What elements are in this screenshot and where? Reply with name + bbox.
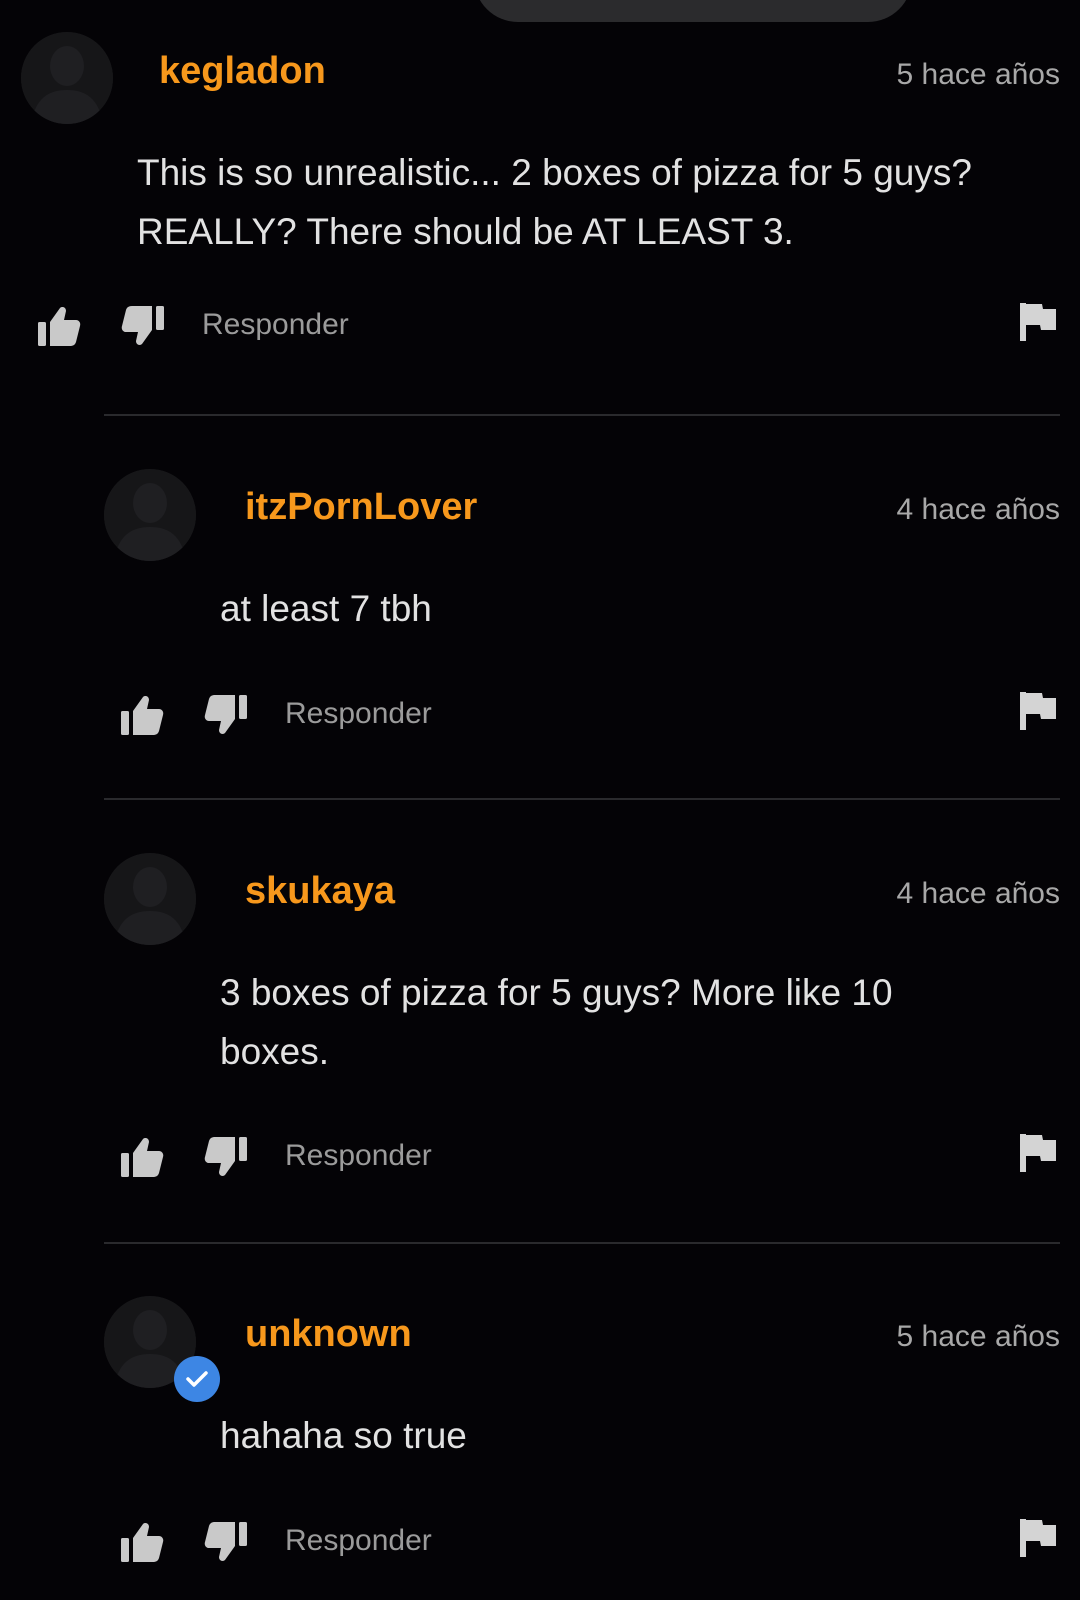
comment: skukaya 4 hace años 3 boxes of pizza for… (104, 853, 1060, 1233)
user-silhouette-icon (104, 853, 196, 945)
comment-actions: Responder (35, 302, 1060, 352)
comment-username[interactable]: itzPornLover (245, 486, 477, 529)
user-silhouette-icon (104, 469, 196, 561)
avatar[interactable] (104, 853, 196, 945)
comment-divider (104, 798, 1060, 800)
comment-text: at least 7 tbh (220, 588, 432, 629)
flag-icon (1020, 692, 1056, 730)
comment-timestamp: 4 hace años (896, 493, 1060, 526)
flag-icon (1020, 1519, 1056, 1557)
like-button[interactable] (118, 1518, 166, 1566)
comment-actions: Responder (118, 691, 1060, 741)
report-flag-button[interactable] (1016, 689, 1060, 733)
comment-username[interactable]: unknown (245, 1313, 412, 1356)
flag-icon (1020, 303, 1056, 341)
comment-timestamp: 5 hace años (896, 58, 1060, 91)
top-sheet-handle (474, 0, 912, 22)
thumbs-up-icon (121, 1138, 164, 1177)
report-flag-button[interactable] (1016, 1516, 1060, 1560)
reply-button[interactable]: Responder (285, 697, 432, 731)
comment: itzPornLover 4 hace años at least 7 tbh … (104, 469, 1060, 789)
comment-divider (104, 1242, 1060, 1244)
flag-icon (1020, 1134, 1056, 1172)
reply-button[interactable]: Responder (202, 308, 349, 342)
dislike-button[interactable] (119, 302, 167, 350)
verified-badge (174, 1356, 220, 1402)
thumbs-up-icon (121, 696, 164, 735)
thumbs-down-icon (121, 306, 164, 345)
reply-button[interactable]: Responder (285, 1524, 432, 1558)
thumbs-down-icon (204, 1137, 247, 1176)
comment: unknown 5 hace años hahaha so true Respo… (104, 1296, 1060, 1596)
comment-text: hahaha so true (220, 1415, 467, 1456)
dislike-button[interactable] (202, 691, 250, 739)
thumbs-down-icon (204, 1522, 247, 1561)
verified-check-icon (186, 1371, 208, 1387)
comment-divider (104, 414, 1060, 416)
like-button[interactable] (35, 302, 83, 350)
comment: kegladon 5 hace años This is so unrealis… (21, 32, 1060, 412)
comment-actions: Responder (118, 1518, 1060, 1568)
report-flag-button[interactable] (1016, 1131, 1060, 1175)
avatar[interactable] (104, 469, 196, 561)
comment-timestamp: 5 hace años (896, 1320, 1060, 1353)
comment-text: 3 boxes of pizza for 5 guys? More like 1… (220, 972, 893, 1072)
thumbs-up-icon (121, 1523, 164, 1562)
comment-text: This is so unrealistic... 2 boxes of piz… (137, 152, 972, 252)
thumbs-down-icon (204, 695, 247, 734)
comment-username[interactable]: skukaya (245, 870, 395, 913)
dislike-button[interactable] (202, 1518, 250, 1566)
comment-timestamp: 4 hace años (896, 877, 1060, 910)
reply-button[interactable]: Responder (285, 1139, 432, 1173)
avatar[interactable] (21, 32, 113, 124)
like-button[interactable] (118, 1133, 166, 1181)
dislike-button[interactable] (202, 1133, 250, 1181)
like-button[interactable] (118, 691, 166, 739)
comment-actions: Responder (118, 1133, 1060, 1183)
report-flag-button[interactable] (1016, 300, 1060, 344)
user-silhouette-icon (21, 32, 113, 124)
comment-username[interactable]: kegladon (159, 50, 326, 93)
thumbs-up-icon (38, 307, 81, 346)
